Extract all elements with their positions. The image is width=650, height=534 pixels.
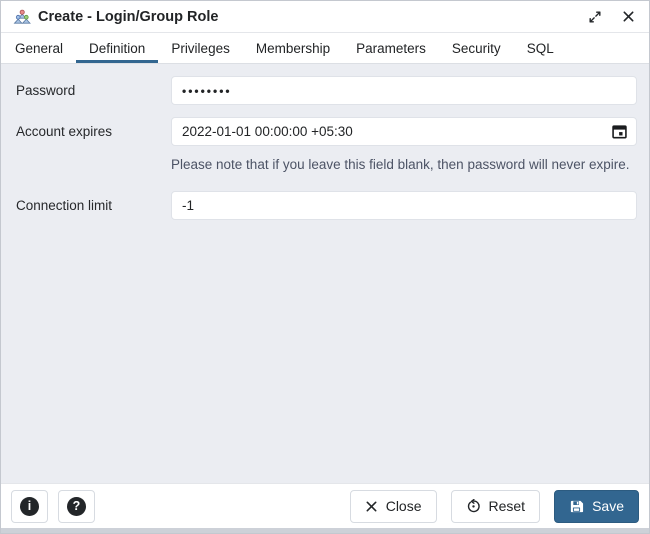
tab-membership-label: Membership [255, 40, 331, 56]
account-expires-note-row: Please note that if you leave this field… [171, 154, 637, 177]
connection-limit-row: Connection limit [16, 190, 637, 220]
definition-tab-panel: Password Account expires [1, 64, 649, 483]
tab-parameters-label: Parameters [356, 40, 426, 56]
help-button[interactable]: ? [58, 489, 95, 523]
window-bottom-edge [1, 528, 649, 533]
connection-limit-label: Connection limit [16, 197, 113, 213]
tab-privileges-label: Privileges [171, 40, 230, 56]
dialog-title: Create - Login/Group Role [38, 8, 219, 25]
close-x-icon [365, 500, 378, 513]
close-icon [622, 10, 635, 23]
password-row: Password [16, 76, 637, 105]
account-expires-input[interactable] [171, 117, 637, 146]
tab-security[interactable]: Security [439, 33, 514, 63]
help-icon: ? [67, 496, 86, 516]
datepicker-button[interactable] [603, 119, 635, 144]
tab-sql-label: SQL [526, 40, 554, 56]
tab-parameters[interactable]: Parameters [343, 33, 439, 63]
tab-definition[interactable]: Definition [76, 33, 159, 63]
close-window-button[interactable] [620, 8, 637, 25]
reset-button-label: Reset [488, 498, 526, 514]
tab-privileges[interactable]: Privileges [158, 33, 243, 63]
account-expires-row: Account expires [16, 117, 637, 146]
sql-info-button[interactable]: i [11, 489, 48, 523]
password-input[interactable] [171, 76, 637, 105]
close-button-label: Close [385, 498, 422, 514]
info-icon: i [20, 496, 39, 516]
save-button-label: Save [592, 498, 624, 514]
account-expires-label: Account expires [16, 124, 113, 139]
dialog-tabbar: General Definition Privileges Membership… [1, 33, 649, 64]
save-floppy-icon [569, 499, 584, 514]
tab-general-label: General [15, 40, 64, 56]
close-button[interactable]: Close [349, 489, 437, 523]
tab-security-label: Security [451, 40, 501, 56]
connection-limit-input[interactable] [171, 190, 637, 220]
reset-icon [466, 498, 481, 514]
footer-action-buttons: Close Reset Save [349, 489, 639, 523]
save-button[interactable]: Save [554, 489, 639, 523]
tab-membership[interactable]: Membership [243, 33, 343, 63]
password-label: Password [16, 83, 76, 98]
account-expires-note: Please note that if you leave this field… [171, 157, 630, 172]
create-login-group-role-dialog: Create - Login/Group Role General Defini… [0, 0, 650, 534]
tab-definition-label: Definition [89, 40, 146, 56]
titlebar-controls [586, 8, 637, 26]
login-group-role-icon [13, 9, 32, 25]
reset-button[interactable]: Reset [450, 489, 541, 523]
tab-sql[interactable]: SQL [514, 33, 567, 63]
calendar-icon [611, 123, 628, 140]
dialog-footer: i ? Close Reset Save [1, 483, 649, 528]
dialog-titlebar: Create - Login/Group Role [1, 1, 649, 33]
expand-icon [588, 10, 602, 24]
maximize-button[interactable] [586, 8, 604, 26]
tab-general[interactable]: General [2, 33, 76, 63]
